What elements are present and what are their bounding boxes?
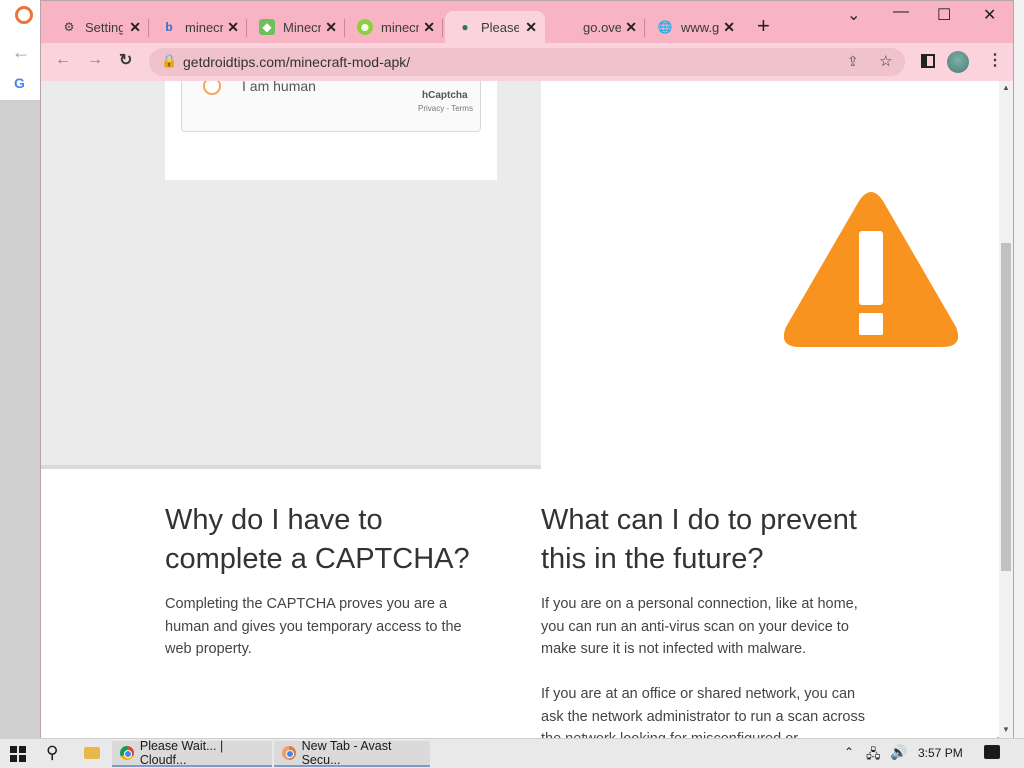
bing-icon: b [165, 20, 173, 34]
browser-window: ⚙ Settings ✕ b minecraft ✕ ◆ Minecraft ✕… [40, 0, 1014, 739]
background-window-top: ← G [0, 0, 40, 100]
url-text[interactable]: getdroidtips.com/minecraft-mod-apk/ [183, 54, 410, 70]
close-tab-icon[interactable]: ✕ [625, 19, 637, 36]
tab-bing[interactable]: b minecraft ✕ [149, 11, 247, 43]
prevent-text-1: If you are on a personal connection, lik… [541, 596, 858, 657]
globe-icon: 🌐 [657, 20, 673, 34]
scroll-down-icon[interactable]: ▼ [1002, 725, 1010, 734]
bookmark-star-icon[interactable]: ☆ [879, 52, 892, 70]
tab-go-overheid[interactable]: go.overheid ✕ [547, 11, 645, 43]
close-tab-icon[interactable]: ✕ [325, 19, 337, 36]
scroll-up-icon[interactable]: ▲ [1002, 83, 1010, 92]
cloudflare-icon: ● [461, 20, 469, 34]
tab-label: minecraft [381, 19, 419, 35]
notifications-icon[interactable] [984, 745, 1000, 759]
tab-minecraft-2[interactable]: ☻ minecraft ✕ [345, 11, 443, 43]
close-tab-icon[interactable]: ✕ [423, 19, 435, 36]
taskbar: ⚲ Please Wait... | Cloudf... New Tab - A… [0, 738, 1024, 768]
maximize-button[interactable]: ☐ [937, 5, 951, 25]
tab-minecraft[interactable]: ◆ Minecraft ✕ [247, 11, 345, 43]
human-checkbox[interactable] [203, 81, 221, 95]
volume-icon[interactable]: 🔊 [890, 744, 907, 761]
tab-settings[interactable]: ⚙ Settings ✕ [49, 11, 149, 43]
gear-icon: ⚙ [63, 20, 75, 34]
lock-icon: 🔒 [161, 53, 178, 68]
prevent-text-2: If you are at an office or shared networ… [541, 686, 865, 739]
close-window-button[interactable]: ✕ [983, 5, 996, 25]
back-arrow-icon: ← [12, 42, 30, 62]
search-icon[interactable]: ⚲ [46, 743, 58, 763]
avast-icon [15, 6, 33, 24]
network-icon[interactable]: 🖧 [866, 745, 881, 767]
prevent-heading: What can I do to prevent this in the fut… [541, 504, 857, 575]
tab-bar: ⚙ Settings ✕ b minecraft ✕ ◆ Minecraft ✕… [41, 1, 1013, 43]
reload-icon[interactable]: ↻ [119, 50, 132, 70]
tab-label: go.overheid [583, 19, 621, 35]
hcaptcha-logo-icon [430, 81, 458, 86]
clock-time[interactable]: 3:57 PM [918, 746, 963, 760]
address-bar[interactable]: 🔒 getdroidtips.com/minecraft-mod-apk/ ⇪ … [149, 48, 905, 76]
close-tab-icon[interactable]: ✕ [227, 19, 239, 36]
menu-icon[interactable]: ⋮ [987, 50, 1003, 70]
why-captcha-heading: Why do I have to complete a CAPTCHA? [165, 504, 470, 575]
tab-label: www.g [681, 19, 719, 35]
tab-label: Settings [85, 19, 123, 35]
hcaptcha-links[interactable]: Privacy - Terms [418, 104, 473, 113]
taskbar-item-new-tab[interactable]: New Tab - Avast Secu... [274, 739, 430, 767]
tab-label: Minecraft [283, 19, 321, 35]
forward-icon[interactable]: → [87, 51, 103, 69]
face-icon: ☻ [357, 19, 373, 35]
minimize-button[interactable]: — [893, 3, 909, 21]
chevron-up-icon[interactable]: ⌃ [844, 745, 854, 759]
tab-label: Please [481, 19, 519, 35]
warning-icon [783, 192, 959, 347]
file-explorer-icon[interactable] [84, 747, 100, 759]
tab-label: minecraft [185, 19, 223, 35]
windows-start-icon[interactable] [10, 746, 26, 762]
google-icon: G [14, 75, 25, 91]
side-panel-icon[interactable] [921, 54, 935, 68]
tab-please-wait[interactable]: ● Please ✕ [445, 11, 545, 43]
taskbar-item-please-wait[interactable]: Please Wait... | Cloudf... [112, 739, 272, 767]
captcha-card: I am human hCaptcha Privacy - Terms [165, 81, 497, 180]
page-scrollbar[interactable]: ▲ ▼ [999, 81, 1013, 739]
hcaptcha-brand: hCaptcha [422, 90, 468, 101]
new-tab-button[interactable]: + [757, 13, 770, 39]
challenge-panel: I am human hCaptcha Privacy - Terms [41, 81, 541, 469]
chrome-icon [120, 746, 134, 760]
close-tab-icon[interactable]: ✕ [723, 19, 735, 36]
close-tab-icon[interactable]: ✕ [129, 19, 141, 36]
tab-search-icon[interactable]: ⌄ [847, 5, 860, 25]
page-content: I am human hCaptcha Privacy - Terms Why … [41, 81, 997, 739]
human-label: I am human [242, 81, 316, 94]
close-tab-icon[interactable]: ✕ [525, 19, 537, 36]
background-window-body [0, 100, 40, 740]
hcaptcha-widget: I am human hCaptcha Privacy - Terms [181, 81, 481, 132]
back-icon[interactable]: ← [55, 51, 71, 69]
scrollbar-thumb[interactable] [1001, 243, 1011, 571]
app-icon: ◆ [259, 19, 275, 35]
avast-browser-icon [282, 746, 296, 760]
taskbar-item-label: Please Wait... | Cloudf... [139, 739, 224, 767]
avatar[interactable] [947, 51, 969, 73]
taskbar-item-label: New Tab - Avast Secu... [301, 739, 392, 767]
blank-page-icon [559, 19, 575, 35]
share-icon[interactable]: ⇪ [847, 53, 859, 70]
why-captcha-text: Completing the CAPTCHA proves you are a … [165, 596, 462, 657]
toolbar: ← → ↻ 🔒 getdroidtips.com/minecraft-mod-a… [41, 43, 1013, 81]
section-divider [41, 465, 541, 469]
tab-www[interactable]: 🌐 www.g ✕ [645, 11, 743, 43]
